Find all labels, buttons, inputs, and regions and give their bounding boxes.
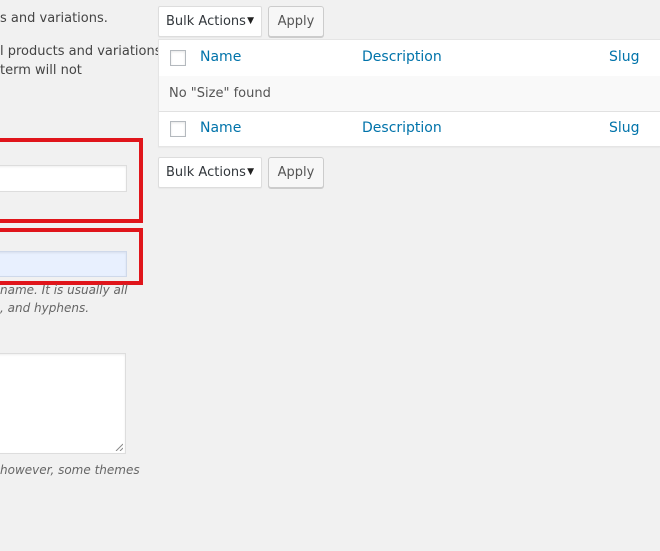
description-help: however, some themes bbox=[0, 463, 140, 477]
attribute-help-line-3: term will not bbox=[0, 63, 82, 78]
column-name-footer[interactable]: Name bbox=[200, 119, 241, 138]
table-footer-row: Name Description Slug bbox=[159, 111, 660, 146]
bulk-actions-label-bottom: Bulk Actions bbox=[166, 165, 246, 180]
table-row: No "Size" found bbox=[159, 76, 660, 112]
column-slug[interactable]: Slug bbox=[609, 48, 640, 67]
column-name[interactable]: Name bbox=[200, 48, 241, 67]
bulk-actions-select-bottom[interactable]: Bulk Actions ▼ bbox=[158, 157, 262, 188]
bulk-actions-select-top[interactable]: Bulk Actions ▼ bbox=[158, 6, 262, 37]
empty-message: No "Size" found bbox=[169, 86, 271, 101]
name-field-highlight bbox=[0, 138, 143, 223]
column-description-footer[interactable]: Description bbox=[362, 119, 442, 138]
dropdown-arrow-icon: ▼ bbox=[247, 167, 254, 177]
description-textarea[interactable] bbox=[0, 353, 126, 454]
attribute-help-line-2: l products and variations bbox=[0, 44, 162, 59]
slug-help-line-2: , and hyphens. bbox=[0, 301, 90, 315]
table-header-row: Name Description Slug bbox=[159, 40, 660, 77]
apply-button-top[interactable]: Apply bbox=[268, 6, 324, 37]
bulk-actions-label: Bulk Actions bbox=[166, 14, 246, 29]
slug-field-highlight bbox=[0, 228, 143, 285]
resize-handle-icon[interactable] bbox=[115, 443, 123, 451]
select-all-checkbox-footer[interactable] bbox=[170, 121, 186, 137]
select-all-checkbox[interactable] bbox=[170, 50, 186, 66]
attribute-help-line-1: s and variations. bbox=[0, 11, 108, 26]
dropdown-arrow-icon: ▼ bbox=[247, 16, 254, 26]
apply-button-bottom[interactable]: Apply bbox=[268, 157, 324, 188]
slug-help-line-1: name. It is usually all bbox=[0, 283, 128, 297]
terms-table: Name Description Slug No "Size" found Na… bbox=[158, 39, 660, 147]
column-slug-footer[interactable]: Slug bbox=[609, 119, 640, 138]
column-description[interactable]: Description bbox=[362, 48, 442, 67]
